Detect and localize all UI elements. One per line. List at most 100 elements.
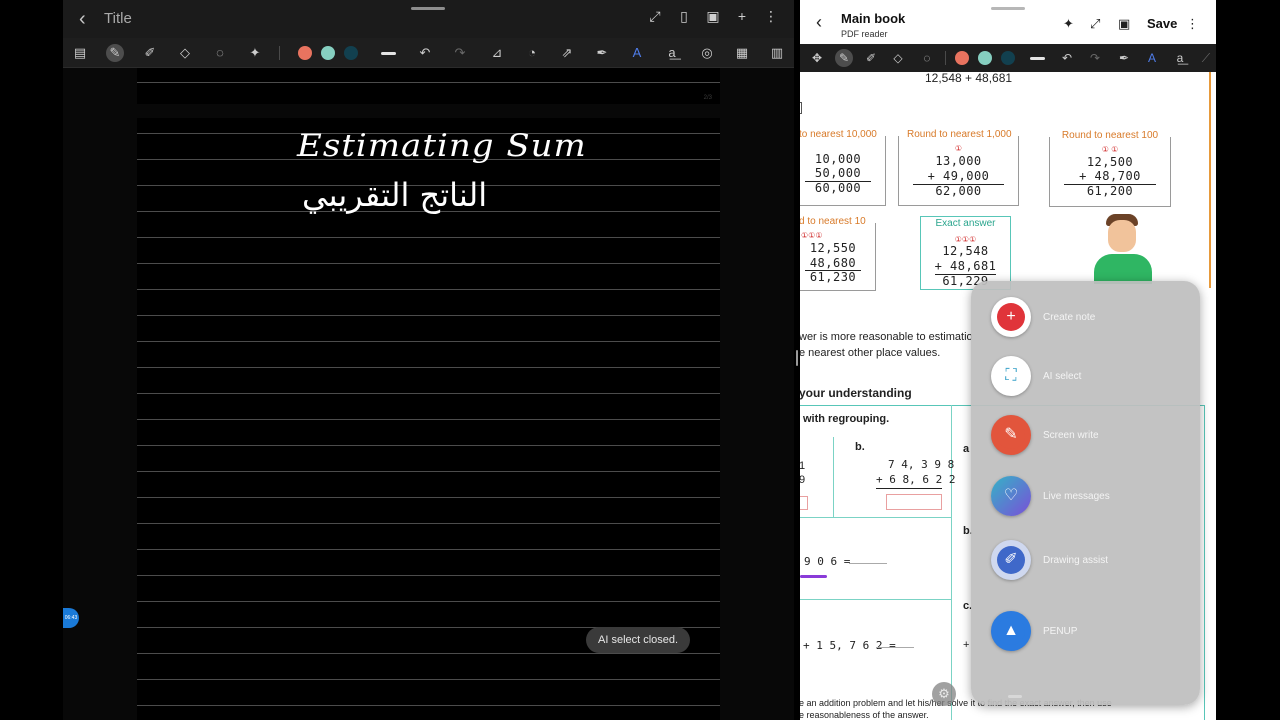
- ruled-line: [137, 82, 720, 83]
- box-row: 61,200: [1086, 184, 1134, 198]
- expression-15762: + 1 5, 7 6 2 =: [803, 639, 896, 652]
- notes-titlebar: ‹ Title ⤢ ▯ ▣ + ⋮: [63, 0, 794, 38]
- explanation-line-1: wer is more reasonable to estimatio: [800, 331, 973, 343]
- calligraphy-pen-icon[interactable]: A: [628, 44, 646, 62]
- pen-settings-icon[interactable]: ◔: [523, 44, 541, 62]
- highlighter-icon[interactable]: ✐: [141, 44, 159, 62]
- menu-item-drawing-assist[interactable]: ✐ Drawing assist: [991, 539, 1191, 581]
- menu-item-ai-select[interactable]: ⛶ AI select: [991, 355, 1191, 397]
- text-convert-icon[interactable]: a͟: [1171, 49, 1189, 67]
- back-icon[interactable]: ‹: [79, 9, 99, 29]
- pen-color-mint[interactable]: [978, 51, 992, 65]
- pen-color-dark-teal[interactable]: [1001, 51, 1015, 65]
- move-icon[interactable]: ✥: [808, 49, 826, 67]
- book-view-icon[interactable]: ▯: [677, 9, 691, 23]
- undo-icon[interactable]: ↶: [1058, 49, 1076, 67]
- handwriting-english: Estimating Sum: [297, 127, 587, 165]
- box-row: 13,000: [935, 154, 982, 168]
- window-drag-handle[interactable]: [991, 7, 1025, 10]
- eraser-icon[interactable]: ◇: [889, 49, 907, 67]
- menu-item-label: Create note: [1043, 311, 1096, 323]
- pen-up-icon[interactable]: ⇗: [558, 44, 576, 62]
- expand-icon[interactable]: ⤢: [648, 9, 662, 23]
- save-button[interactable]: Save: [1147, 16, 1177, 31]
- gear-icon[interactable]: ⚙: [932, 682, 956, 706]
- screen-write-icon-glyph: ✎: [997, 421, 1025, 449]
- drawing-assist-icon-glyph: ✐: [997, 546, 1025, 574]
- exercise-heading: with regrouping.: [803, 413, 890, 425]
- penup-icon-glyph: ▲: [997, 617, 1025, 645]
- answer-box[interactable]: [886, 494, 942, 510]
- shape-pen-icon[interactable]: ⊿: [488, 44, 506, 62]
- expand-icon[interactable]: ⤢: [1090, 16, 1100, 32]
- menu-item-create-note[interactable]: + Create note: [991, 296, 1191, 338]
- box-nearest-10: d to nearest 10 ①①① 12,550 48,680 61,230: [800, 216, 876, 291]
- problem-b-addend: 7 4, 3 9 8: [888, 458, 955, 471]
- lasso-icon[interactable]: ◌: [211, 44, 229, 62]
- box-row: 12,550: [809, 241, 857, 255]
- keyboard-icon[interactable]: ▤: [71, 44, 89, 62]
- marker-icon[interactable]: ✒: [1115, 49, 1133, 67]
- eraser-icon[interactable]: ◇: [176, 44, 194, 62]
- box-row: + 49,000: [927, 169, 990, 183]
- box-exact-answer: Exact answer ①①① 12,548 + 48,681 61,229: [920, 216, 1011, 290]
- answer-blank[interactable]: [876, 647, 914, 648]
- boy-illustration: [1092, 214, 1154, 284]
- back-icon[interactable]: ‹: [816, 13, 822, 31]
- more-options-icon[interactable]: ⋮: [764, 9, 778, 23]
- redo-icon[interactable]: ↷: [1086, 49, 1104, 67]
- live-messages-icon-glyph: ♡: [1003, 487, 1019, 504]
- note-title[interactable]: Title: [104, 10, 132, 27]
- redo-icon[interactable]: ↷: [451, 44, 469, 62]
- expression-906: 9 0 6 =: [804, 555, 851, 568]
- explanation-line-2: e nearest other place values.: [800, 347, 941, 359]
- more-tools-icon[interactable]: ⟋: [1197, 49, 1215, 67]
- handwriting-arabic: الناتج التقريبي: [302, 176, 488, 214]
- calligraphy-pen-icon[interactable]: A: [1143, 49, 1161, 67]
- pen-color-dark-teal[interactable]: [344, 46, 358, 60]
- pen-thickness-icon[interactable]: [1030, 57, 1045, 60]
- pen-color-mint[interactable]: [321, 46, 335, 60]
- partial-digit: 1: [800, 460, 806, 472]
- ai-sparkle-icon[interactable]: ✦: [246, 44, 264, 62]
- answer-blank[interactable]: [849, 563, 887, 564]
- ai-sparkle-icon[interactable]: ✦: [1063, 16, 1074, 32]
- pen-color-coral[interactable]: [955, 51, 969, 65]
- pen-tool-icon[interactable]: ✎: [835, 49, 853, 67]
- box-row: 48,680: [809, 256, 857, 270]
- marker-icon[interactable]: ✒: [593, 44, 611, 62]
- divider-handle[interactable]: [796, 350, 798, 366]
- insert-image-icon[interactable]: ▦: [733, 44, 751, 62]
- shapes-icon[interactable]: ◎: [698, 44, 716, 62]
- box-title: to nearest 10,000: [800, 129, 877, 140]
- titlebar-actions: ⤢ ▯ ▣ + ⋮: [648, 9, 778, 23]
- scroll-lock-icon[interactable]: ▥: [768, 44, 786, 62]
- more-options-icon[interactable]: ⋮: [1186, 16, 1199, 32]
- text-convert-icon[interactable]: a͟: [663, 44, 681, 62]
- lasso-icon[interactable]: ◌: [918, 49, 936, 67]
- note-canvas[interactable]: 2/3 Estimating Sum الناتج التقريبي AI se…: [63, 68, 794, 720]
- box-row: 50,000: [814, 166, 862, 180]
- menu-item-screen-write[interactable]: ✎ Screen write: [991, 414, 1191, 456]
- window-drag-handle[interactable]: [411, 7, 445, 10]
- ai-select-icon: ⛶: [991, 356, 1031, 396]
- save-file-icon[interactable]: ▣: [1118, 16, 1130, 32]
- answer-box[interactable]: [800, 496, 808, 510]
- margin-line: [1209, 72, 1211, 288]
- previous-page[interactable]: 2/3: [137, 68, 720, 104]
- page-indicator: 2/3: [703, 95, 712, 101]
- menu-item-penup[interactable]: ▲ PENUP: [991, 610, 1191, 652]
- box-nearest-10000: to nearest 10,000 10,000 50,000 60,000: [800, 129, 886, 206]
- save-file-icon[interactable]: ▣: [706, 9, 720, 23]
- undo-icon[interactable]: ↶: [416, 44, 434, 62]
- column-divider: [951, 405, 952, 720]
- pen-tool-icon[interactable]: ✎: [106, 44, 124, 62]
- expression-plus: +: [963, 639, 970, 651]
- box-row: + 48,681: [934, 259, 997, 273]
- pen-color-coral[interactable]: [298, 46, 312, 60]
- menu-item-live-messages[interactable]: ♡ Live messages: [991, 475, 1191, 517]
- highlighter-icon[interactable]: ✐: [862, 49, 880, 67]
- add-icon[interactable]: +: [735, 9, 749, 23]
- problem-label-b: b.: [855, 441, 865, 453]
- pen-thickness-icon[interactable]: [381, 52, 396, 55]
